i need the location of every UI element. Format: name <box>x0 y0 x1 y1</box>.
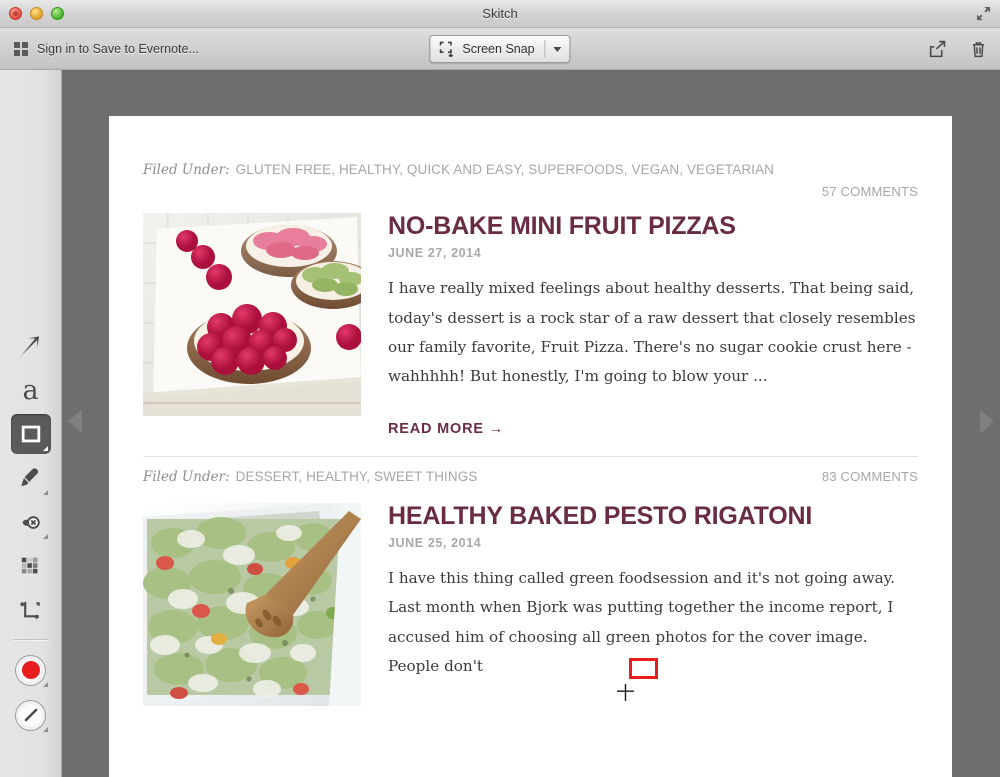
tool-options-corner[interactable] <box>42 490 48 495</box>
fullscreen-icon[interactable] <box>976 6 991 21</box>
text-a-icon: a <box>22 374 39 406</box>
trash-icon[interactable] <box>969 40 988 59</box>
color-swatch-fill <box>21 661 40 679</box>
marker-icon <box>18 466 43 491</box>
arrow-tool[interactable] <box>11 326 51 366</box>
canvas-area[interactable]: Filed Under: GLUTEN FREE, HEALTHY, QUICK… <box>62 70 1000 777</box>
screen-snap-icon <box>439 41 455 58</box>
filed-under-categories[interactable]: GLUTEN FREE, HEALTHY, QUICK AND EASY, SU… <box>236 162 774 177</box>
article-date-1: JUNE 27, 2014 <box>388 246 482 261</box>
text-tool[interactable]: a <box>11 370 51 410</box>
line-style-ring <box>16 700 45 730</box>
crop-tool[interactable] <box>11 590 51 630</box>
tool-divider <box>12 639 49 641</box>
canvas-handle-right-icon <box>980 409 994 438</box>
screen-snap-control[interactable]: Screen Snap <box>429 35 571 63</box>
highlighter-tool[interactable] <box>11 458 51 498</box>
read-more-link-1[interactable]: READ MORE → <box>388 421 504 437</box>
evernote-signin-label: Sign in to Save to Evernote... <box>37 42 199 56</box>
main-toolbar: Sign in to Save to Evernote... Screen Sn… <box>0 28 1000 70</box>
window-title: Skitch <box>482 6 518 21</box>
article-date-2: JUNE 25, 2014 <box>388 536 482 550</box>
article-2: HEALTHY BAKED PESTO RIGATONI JUNE 25, 20… <box>143 502 918 706</box>
article-meta-1: Filed Under: GLUTEN FREE, HEALTHY, QUICK… <box>143 116 918 199</box>
tool-list: a <box>0 322 61 740</box>
comments-count-1[interactable]: 57 COMMENTS <box>143 184 918 199</box>
shape-tool[interactable] <box>10 414 51 454</box>
pixelate-tool[interactable] <box>11 546 51 586</box>
color-swatch[interactable] <box>11 650 51 690</box>
blur-stamp-tool[interactable] <box>11 502 51 542</box>
filed-under-label: Filed Under: <box>143 162 230 178</box>
pesto-pasta-photo <box>143 502 361 706</box>
tool-options-corner[interactable] <box>42 534 48 539</box>
pen-stroke-icon <box>21 705 41 725</box>
screen-snap-button[interactable]: Screen Snap <box>430 36 544 62</box>
grid-icon <box>14 42 28 56</box>
tool-options-corner[interactable] <box>42 446 48 451</box>
tool-sidebar: a <box>0 70 62 777</box>
article-excerpt-1: I have really mixed feelings about healt… <box>388 279 916 386</box>
filed-under-row-1: Filed Under: GLUTEN FREE, HEALTHY, QUICK… <box>143 150 918 178</box>
filed-under-row-2: Filed Under: DESSERT, HEALTHY, SWEET THI… <box>143 457 918 485</box>
rectangle-annotation[interactable] <box>629 658 658 679</box>
chevron-down-icon[interactable] <box>546 36 570 62</box>
color-swatch-ring <box>16 655 45 685</box>
article-body-1: NO-BAKE MINI FRUIT PIZZAS JUNE 27, 2014 … <box>388 213 918 438</box>
filed-under-label: Filed Under: <box>143 468 230 485</box>
canvas-handle-left-icon <box>68 409 82 438</box>
article-1: NO-BAKE MINI FRUIT PIZZAS JUNE 27, 2014 … <box>143 213 918 438</box>
share-icon[interactable] <box>928 40 947 59</box>
filed-under-categories[interactable]: DESSERT, HEALTHY, SWEET THINGS <box>236 469 478 484</box>
article-thumbnail-2[interactable] <box>143 502 361 706</box>
article-title-2[interactable]: HEALTHY BAKED PESTO RIGATONI <box>388 502 918 529</box>
tool-options-corner[interactable] <box>42 682 48 687</box>
article-thumbnail-1[interactable] <box>143 213 361 416</box>
stamp-icon <box>18 510 43 535</box>
crosshair-cursor-icon <box>616 683 635 702</box>
crop-icon <box>18 598 43 623</box>
skitch-window: Skitch Sign in to Save to Evernote... Sc… <box>0 0 1000 777</box>
raspberry-tart-photo <box>143 213 361 416</box>
title-bar: Skitch <box>0 0 1000 28</box>
toolbar-right-group <box>928 28 988 70</box>
arrow-icon <box>18 334 43 359</box>
article-title-1[interactable]: NO-BAKE MINI FRUIT PIZZAS <box>388 213 918 240</box>
evernote-signin-button[interactable]: Sign in to Save to Evernote... <box>14 28 199 70</box>
captured-page[interactable]: Filed Under: GLUTEN FREE, HEALTHY, QUICK… <box>109 116 952 777</box>
tool-options-corner[interactable] <box>42 727 48 732</box>
screen-snap-label: Screen Snap <box>462 42 535 56</box>
comments-count-2[interactable]: 83 COMMENTS <box>822 469 918 484</box>
page-content: Filed Under: GLUTEN FREE, HEALTHY, QUICK… <box>109 116 952 706</box>
pixelate-icon <box>19 554 43 578</box>
article-meta-2: Filed Under: DESSERT, HEALTHY, SWEET THI… <box>143 455 918 485</box>
line-style-tool[interactable] <box>11 695 51 735</box>
rectangle-icon <box>19 422 43 446</box>
